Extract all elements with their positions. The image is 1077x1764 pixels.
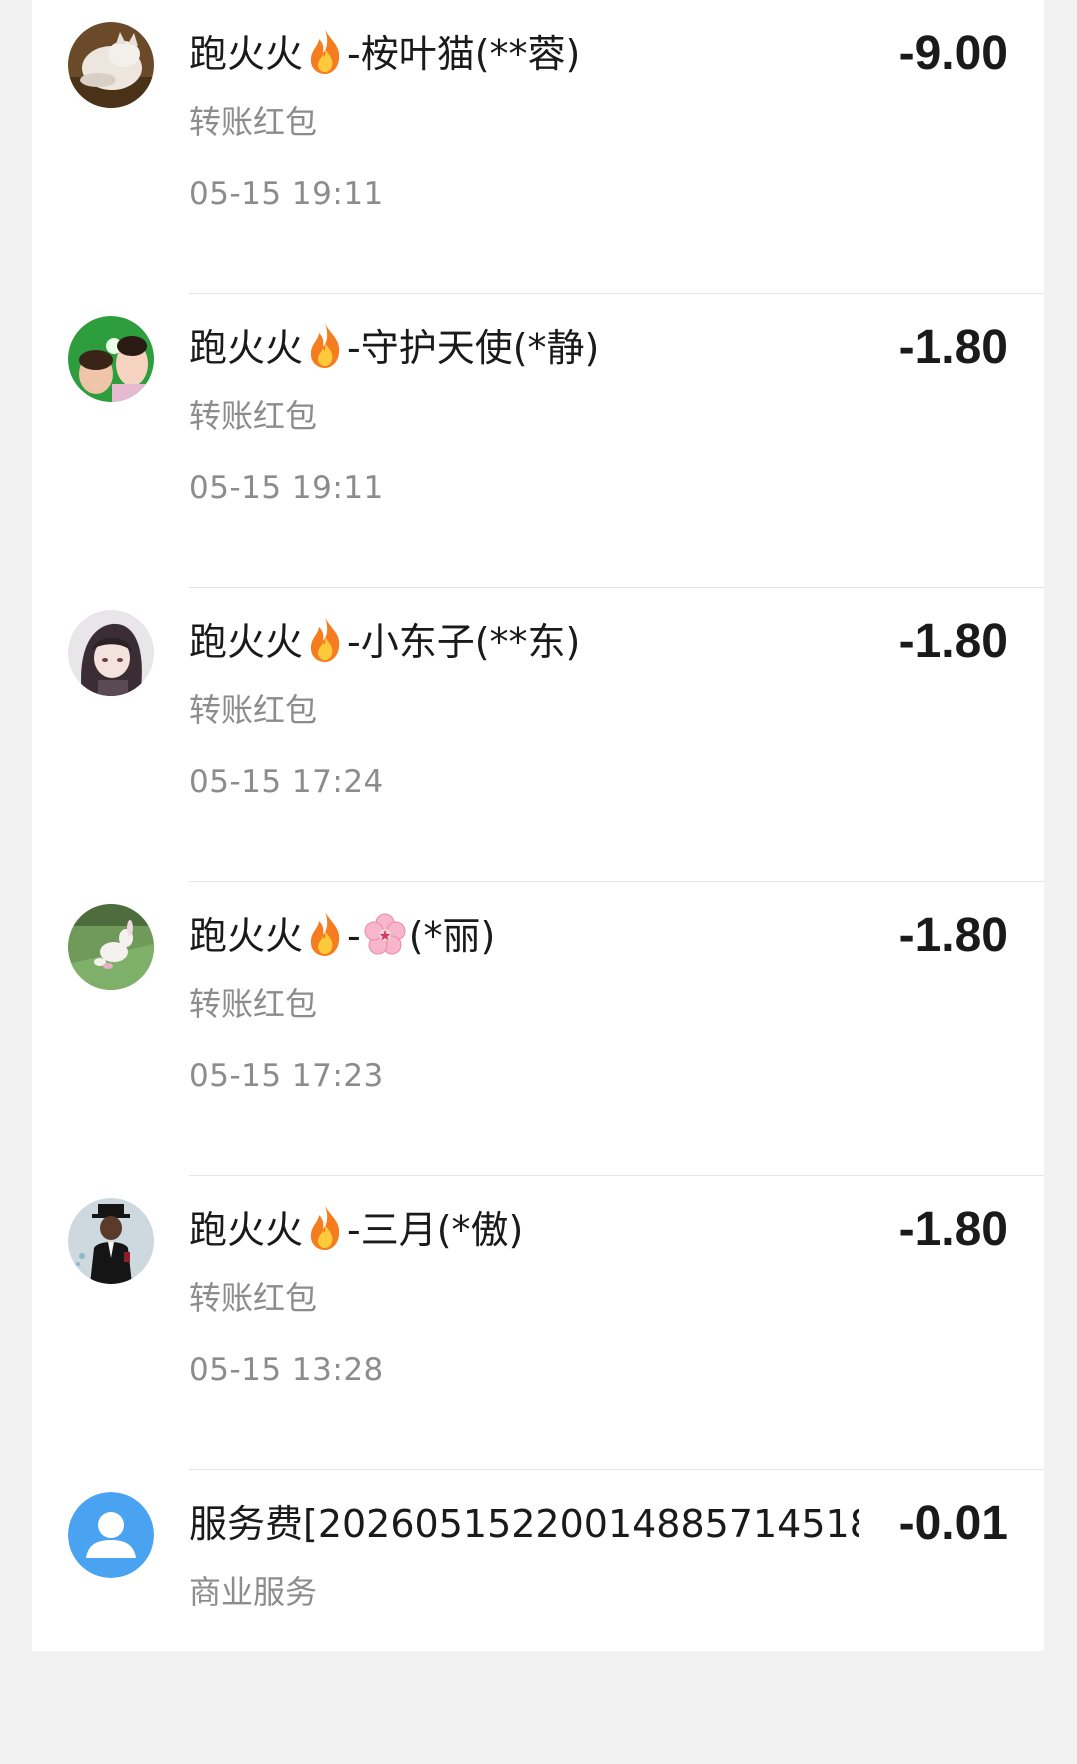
- fire-icon: [305, 321, 345, 369]
- transaction-amount: -1.80: [898, 1203, 1008, 1256]
- title-prefix: 跑火火: [189, 620, 304, 664]
- transaction-title: 服务费[202605152200148857145180...: [189, 1502, 859, 1546]
- title-prefix: 跑火火: [189, 326, 304, 370]
- transaction-time: 05-15 17:24: [189, 764, 384, 800]
- transaction-time: 05-15 17:23: [189, 1058, 384, 1094]
- transaction-amount: -1.80: [898, 909, 1008, 962]
- title-suffix: (*丽): [408, 914, 496, 958]
- transaction-time: 05-15 19:11: [189, 470, 384, 506]
- avatar-anime-girl: [68, 610, 154, 696]
- title-suffix: -小东子(**东): [347, 620, 581, 664]
- title-dash: -: [347, 914, 361, 958]
- transaction-amount: -9.00: [898, 27, 1008, 80]
- default-user-icon: [68, 1492, 154, 1578]
- transaction-amount: -0.01: [898, 1497, 1008, 1550]
- transaction-title: 跑火火 - (*丽): [189, 908, 839, 964]
- fire-icon: [305, 909, 345, 957]
- transaction-title: 跑火火 -小东子(**东): [189, 614, 839, 670]
- transaction-type: 转账红包: [189, 103, 318, 141]
- transaction-type: 商业服务: [189, 1573, 318, 1611]
- transaction-type: 转账红包: [189, 1279, 318, 1317]
- transaction-row[interactable]: 跑火火 -守护天使(*静) 转账红包 05-15 19:11 -1.80: [32, 294, 1044, 588]
- transaction-title: 跑火火 -桉叶猫(**蓉): [189, 26, 839, 82]
- avatar-cat: [68, 22, 154, 108]
- avatar-kid-in-suit: [68, 1198, 154, 1284]
- title-suffix: -三月(*傲): [347, 1208, 524, 1252]
- transaction-type: 转账红包: [189, 691, 318, 729]
- title-suffix: -守护天使(*静): [347, 326, 600, 370]
- title-prefix: 跑火火: [189, 914, 304, 958]
- fire-icon: [305, 1203, 345, 1251]
- fire-icon: [305, 27, 345, 75]
- transaction-row[interactable]: 跑火火 - (*丽) 转账红包 05-15 17:23 -1.80: [32, 882, 1044, 1176]
- transaction-amount: -1.80: [898, 615, 1008, 668]
- cherry-blossom-icon: [363, 913, 407, 957]
- fire-icon: [305, 615, 345, 663]
- transaction-row[interactable]: 跑火火 -桉叶猫(**蓉) 转账红包 05-15 19:11 -9.00: [32, 0, 1044, 294]
- transaction-title: 跑火火 -守护天使(*静): [189, 320, 839, 376]
- transaction-time: 05-15 19:11: [189, 176, 384, 212]
- transaction-amount: -1.80: [898, 321, 1008, 374]
- transaction-type: 转账红包: [189, 985, 318, 1023]
- transaction-title: 跑火火 -三月(*傲): [189, 1202, 839, 1258]
- avatar-toy-on-grass: [68, 904, 154, 990]
- title-suffix: -桉叶猫(**蓉): [347, 32, 581, 76]
- transaction-row[interactable]: 跑火火 -三月(*傲) 转账红包 05-15 13:28 -1.80: [32, 1176, 1044, 1470]
- transaction-row[interactable]: 服务费[202605152200148857145180... 商业服务 -0.…: [32, 1470, 1044, 1764]
- transaction-row[interactable]: 跑火火 -小东子(**东) 转账红包 05-15 17:24 -1.80: [32, 588, 1044, 882]
- transaction-list: 跑火火 -桉叶猫(**蓉) 转账红包 05-15 19:11 -9.00 跑火火 -…: [32, 0, 1044, 1651]
- title-prefix: 跑火火: [189, 1208, 304, 1252]
- transaction-time: 05-15 13:28: [189, 1352, 384, 1388]
- avatar-kids: [68, 316, 154, 402]
- title-prefix: 跑火火: [189, 32, 304, 76]
- transaction-type: 转账红包: [189, 397, 318, 435]
